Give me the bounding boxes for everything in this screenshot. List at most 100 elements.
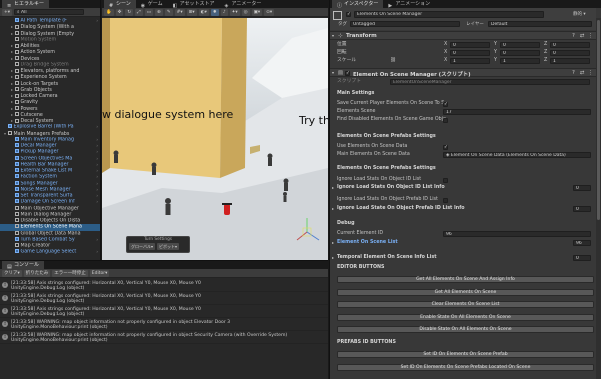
tab-asset-store[interactable]: ◧ アセットストア (168, 0, 220, 9)
elements-scene-field[interactable]: 17 (443, 109, 591, 115)
custom-tool-icon[interactable]: ✎ (164, 8, 173, 16)
help-icon[interactable]: ? (572, 70, 575, 76)
ignore-load-checkbox[interactable] (443, 177, 448, 183)
collapse-button-label: 折りたたみ (25, 271, 49, 276)
camera-icon[interactable]: ▣▾ (251, 8, 263, 16)
editor-action-button[interactable]: Disable State On All Elements On Scene (337, 326, 594, 333)
pos-z-field[interactable]: 0 (550, 42, 590, 48)
foldout-arrow-icon: ▸ (332, 255, 335, 260)
transform-tool-icon[interactable]: ⊕ (155, 8, 163, 16)
active-checkbox[interactable]: ✓ (346, 12, 351, 17)
element-list-count[interactable]: 96 (573, 240, 591, 246)
prefab-action-button[interactable]: Set ID On Elements On Scene Prefab (337, 351, 594, 358)
editor-action-button[interactable]: Get All Elements On Scene And Assign Inf… (337, 276, 594, 283)
tab-hierarchy[interactable]: ≡ ヒエラルキー (2, 0, 50, 9)
editor-action-button[interactable]: Enable State On All Elements On Scene (337, 313, 594, 321)
constrain-scale-icon[interactable]: ⛓ (390, 57, 396, 65)
move-tool-icon[interactable]: ✥ (115, 8, 124, 16)
hierarchy-search-input[interactable]: ⌕ All (14, 9, 85, 15)
find-disabled-checkbox[interactable] (443, 117, 448, 123)
current-id-field[interactable]: 96 (443, 231, 591, 237)
error-pause-button[interactable]: エラー一時停止 (52, 269, 88, 277)
open-prefab-icon[interactable]: › (96, 249, 98, 255)
editor-dropdown[interactable]: Editor ▾ (89, 269, 110, 277)
preset-icon[interactable]: ⇄ (580, 70, 585, 76)
pivot-dropdown[interactable]: ピボット ▾ (156, 243, 179, 250)
collapse-button[interactable]: 折りたたみ (23, 269, 51, 277)
console-log-entry[interactable]: ! [21:33:58] Axis strings configured: Hor… (0, 306, 328, 318)
rot-y-field[interactable]: 0 (500, 50, 540, 56)
temporal-row[interactable]: ▸ Temporal Element On Scene Info List 0 (330, 254, 596, 262)
tab-inspector[interactable]: ⓘ インスペクター (332, 0, 384, 9)
snap-icon[interactable]: ⊞▾ (186, 8, 197, 16)
hierarchy-item-label: Devices (20, 56, 40, 62)
object-name-field[interactable]: Elements On Scene Manager (354, 11, 544, 18)
more-icon[interactable]: ⋮ (588, 70, 593, 76)
hierarchy-item-label: Set Transparent Surfa (20, 193, 73, 199)
hand-tool-icon[interactable]: ✋ (104, 8, 114, 16)
scene-viewport[interactable]: w dialogue system here Try th Turn Setti… (102, 18, 328, 260)
clear-button[interactable]: クリア ▾ (2, 269, 22, 277)
console-log-entry[interactable]: ! [21:33:58] WARNING: map object informat… (0, 332, 328, 344)
scl-z-field[interactable]: 1 (550, 58, 590, 64)
inspector-scrollbar[interactable] (596, 18, 601, 379)
grid-icon[interactable]: #▾ (174, 8, 185, 16)
tag-dropdown[interactable]: Untagged (350, 21, 460, 27)
editor-action-button[interactable]: Clear Elements On Scene List (337, 301, 594, 308)
layer-dropdown[interactable]: Default (488, 21, 592, 27)
hierarchy-item-label: Abilities (20, 44, 40, 49)
ignore-load-info-row[interactable]: ▸ Ignore Load Stats On Object ID List In… (330, 184, 596, 192)
use-data-checkbox[interactable]: ✓ (443, 144, 448, 150)
tab-console[interactable]: ▤ コンソール (2, 261, 45, 270)
global-dropdown[interactable]: グローバル ▾ (129, 243, 155, 250)
component-enabled-checkbox[interactable]: ✓ (345, 70, 350, 76)
ignore-prefab-checkbox[interactable] (443, 197, 448, 203)
2d-toggle-icon[interactable]: ✹ (210, 8, 219, 16)
log-message: [21:33:58] Axis strings configured: Hori… (11, 306, 201, 312)
ignore-prefab-info-row[interactable]: ▸ Ignore Load State On Object Prefab ID … (330, 205, 596, 213)
rot-x-field[interactable]: 0 (450, 50, 490, 56)
prefab-action-button[interactable]: Set ID On Elements On Scene Prefabs Loca… (337, 363, 594, 371)
console-log-entry[interactable]: ! [21:33:58] Axis strings configured: Hor… (0, 293, 328, 305)
rot-z-field[interactable]: 0 (550, 50, 590, 56)
shading-icon[interactable]: ◐▾ (198, 8, 209, 16)
transform-header[interactable]: ▾ ⊹ Transform ? ⇄ ⋮ (330, 31, 596, 40)
pos-y-field[interactable]: 0 (500, 42, 540, 48)
console-toolbar: クリア ▾ 折りたたみ エラー一時停止 Editor ▾ (0, 269, 328, 278)
help-icon[interactable]: ? (572, 33, 575, 39)
editor-action-button[interactable]: Get All Elements On Scene (337, 288, 594, 296)
rect-tool-icon[interactable]: ▭ (144, 8, 154, 16)
gameobject-icon (8, 131, 12, 135)
gizmos-icon[interactable]: ⊙▾ (264, 8, 275, 16)
preset-icon[interactable]: ⇄ (580, 33, 585, 39)
console-log-entry[interactable]: ! [21:33:58] WARNING: map object informat… (0, 319, 328, 331)
hidden-icon[interactable]: ◎ (241, 8, 250, 16)
pos-x-field[interactable]: 0 (450, 42, 490, 48)
main-data-field[interactable]: ◈ Element On Scene Data (Elements On Sce… (443, 152, 591, 158)
rotate-tool-icon[interactable]: ↻ (125, 8, 134, 16)
temporal-count[interactable]: 0 (573, 255, 591, 261)
element-list-row[interactable]: ▸ Element On Scene List 96 (330, 239, 596, 247)
audio-icon[interactable]: ♪ (220, 8, 228, 16)
use-data-label: Use Elements On Scene Data (337, 144, 408, 149)
ignore-load-info-count[interactable]: 0 (573, 185, 591, 191)
save-current-checkbox[interactable]: ✓ (443, 101, 448, 107)
scl-x-field[interactable]: 1 (450, 58, 490, 64)
more-icon[interactable]: ⋮ (588, 33, 593, 39)
script-label: スクリプト (337, 79, 361, 84)
tab-animation[interactable]: ▶ アニメーション (383, 0, 435, 9)
hierarchy-item[interactable]: Game Language Select › (0, 249, 100, 255)
scale-tool-icon[interactable]: ⤢ (135, 8, 143, 16)
rot-x-label: X (444, 50, 448, 55)
ignore-prefab-info-count[interactable]: 0 (573, 206, 591, 212)
scrollbar-thumb[interactable] (597, 20, 600, 220)
console-log-entry[interactable]: ! [21:33:58] Axis strings configured: Hor… (0, 280, 328, 292)
component-header[interactable]: ▾ ▤ ✓ Element On Scene Manager (スクリプト) ?… (330, 68, 596, 78)
tab-game[interactable]: ◉ ゲーム (136, 0, 168, 9)
static-toggle[interactable]: 静的 ▾ (573, 11, 586, 17)
scl-y-field[interactable]: 1 (500, 58, 540, 64)
add-button[interactable]: +▾ (2, 8, 13, 16)
tab-scene[interactable]: # シーン (104, 0, 136, 9)
effects-icon[interactable]: ✦▾ (229, 8, 240, 16)
tab-animator[interactable]: ◈ アニメーター (220, 0, 267, 9)
